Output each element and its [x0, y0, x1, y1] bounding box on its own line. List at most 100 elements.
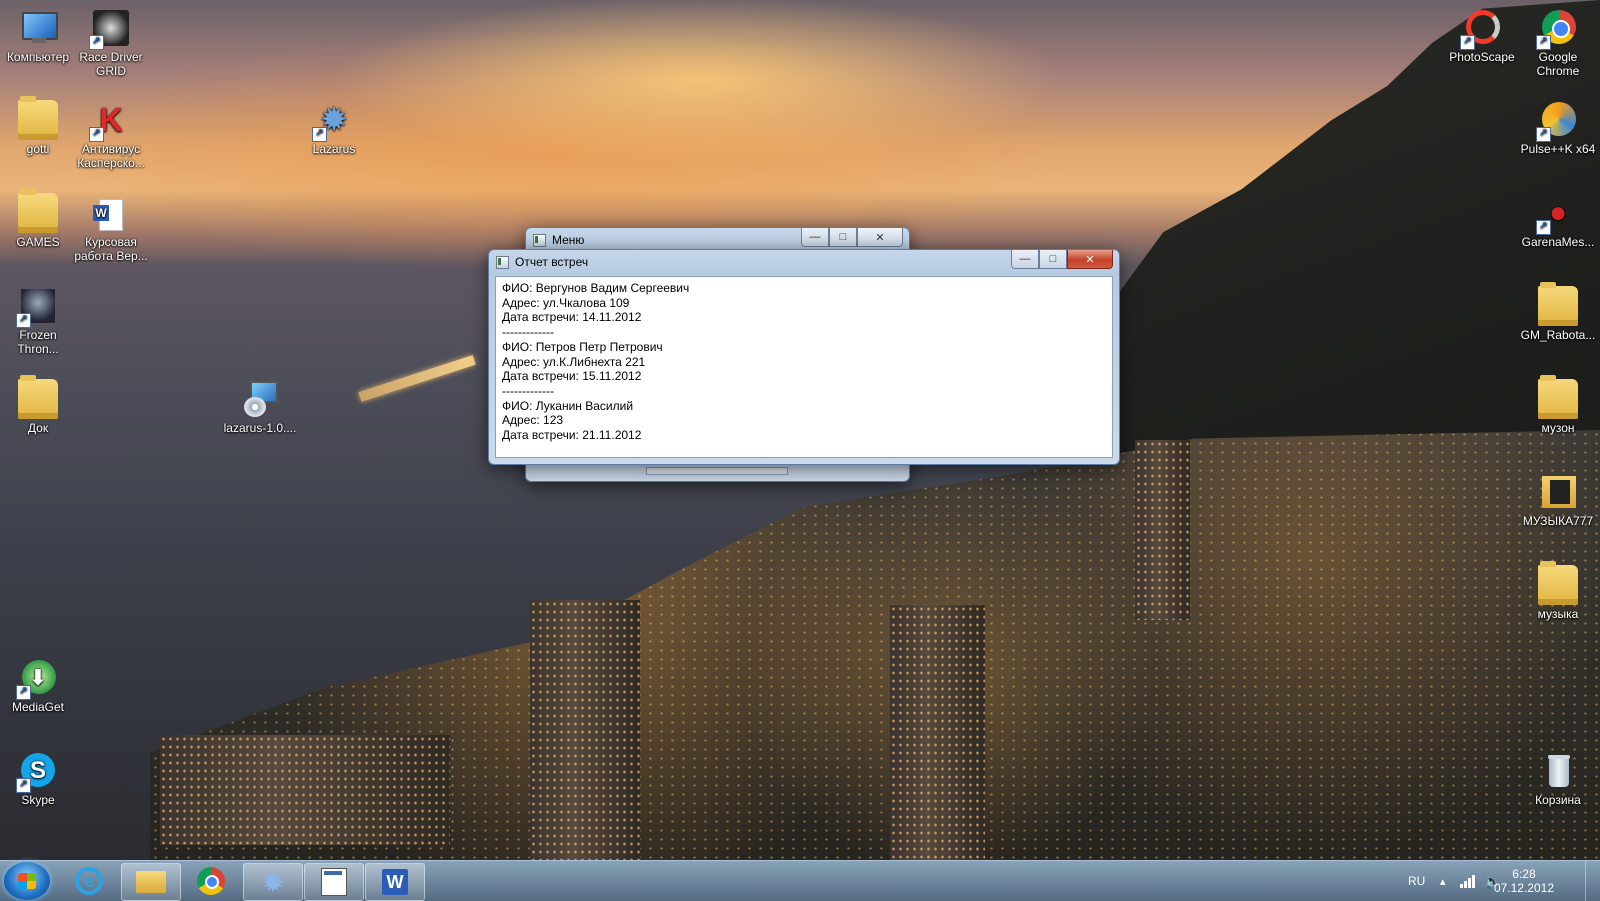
desktop-icon-label: Курсовая работа Вер... [74, 235, 148, 263]
report-memo[interactable]: ФИО: Вергунов Вадим Сергеевич Адрес: ул.… [495, 276, 1113, 458]
show-desktop-button[interactable] [1585, 861, 1600, 901]
clock[interactable]: 6:28 07.12.2012 [1494, 867, 1554, 895]
desktop-icon-muzyka[interactable]: музыка [1520, 561, 1596, 621]
clock-time: 6:28 [1512, 867, 1536, 881]
report-line: Адрес: ул.К.Либнехта 221 [502, 354, 646, 369]
desktop-icon-label: GarenaMes... [1521, 235, 1595, 249]
app-icon [533, 234, 546, 247]
lazarus-gear-icon: ✹ ↗ [312, 100, 354, 142]
desktop-icon-label: Антивирус Касперско... [77, 142, 145, 170]
desktop-icon-chrome[interactable]: ↗ Google Chrome [1520, 8, 1596, 78]
taskbar-chrome[interactable] [182, 863, 240, 899]
desktop-icon-games[interactable]: GAMES [0, 189, 76, 249]
kaspersky-icon: K ↗ [89, 100, 131, 142]
report-line: Адрес: ул.Чкалова 109 [502, 295, 630, 310]
close-button[interactable]: ✕ [857, 228, 903, 247]
desktop-icon-label: Lazarus [312, 142, 356, 156]
taskbar-word[interactable]: W [365, 863, 425, 901]
desktop-icon-label: PhotoScape [1449, 50, 1515, 64]
desktop-icon-recycle-bin[interactable]: Корзина [1520, 751, 1596, 807]
photoscape-icon: ↗ [1460, 8, 1502, 50]
desktop-icon-muzon[interactable]: музон [1520, 375, 1596, 435]
taskbar-lazarus[interactable]: ✹ [243, 863, 303, 901]
skype-icon: S ↗ [16, 751, 58, 793]
minimize-button[interactable]: — [801, 228, 829, 247]
report-separator: ------------- [502, 383, 554, 398]
desktop-icon-dok[interactable]: Док [0, 375, 76, 435]
desktop-icon-race-driver[interactable]: ↗ Race Driver GRID [73, 8, 149, 78]
desktop-icon-photoscape[interactable]: ↗ PhotoScape [1444, 8, 1520, 64]
desktop-icon-coursework[interactable]: W Курсовая работа Вер... [73, 193, 149, 263]
folder-icon [1538, 282, 1578, 326]
computer-icon [18, 8, 58, 48]
desktop-icon-label: GM_Rabota... [1520, 328, 1596, 342]
desktop-icon-label: Компьютер [6, 50, 70, 64]
clock-date: 07.12.2012 [1493, 881, 1554, 895]
desktop: Компьютер ↗ Race Driver GRID gotti K ↗ А… [0, 0, 1600, 860]
close-button[interactable]: ✕ [1067, 250, 1113, 269]
report-separator: ------------- [502, 325, 554, 340]
wallpaper-tower [160, 735, 450, 845]
desktop-icon-gotti[interactable]: gotti [0, 96, 76, 156]
desktop-icon-label: музон [1541, 421, 1575, 435]
explorer-icon [136, 871, 166, 893]
minimize-button[interactable]: — [1011, 250, 1039, 269]
show-hidden-icons-button[interactable]: ▴ [1440, 861, 1446, 901]
desktop-icon-gm-rabota[interactable]: GM_Rabota... [1520, 282, 1596, 342]
lazarus-icon: ✹ [261, 866, 285, 898]
desktop-icon-pulse[interactable]: ↗ Pulse++K x64 [1520, 100, 1596, 156]
menu-window-hidden-button[interactable] [646, 467, 788, 475]
folder-icon [1538, 561, 1578, 605]
maximize-button[interactable]: □ [829, 228, 857, 247]
form-app-icon [321, 868, 347, 896]
mediaget-icon: ⬇ ↗ [16, 658, 58, 700]
report-line: Дата встречи: 14.11.2012 [502, 310, 642, 325]
desktop-icon-garena[interactable]: ● ↗ GarenaMes... [1520, 193, 1596, 250]
recycle-bin-icon [1538, 751, 1578, 791]
desktop-icon-computer[interactable]: Компьютер [0, 8, 76, 64]
report-line: ФИО: Петров Петр Петрович [502, 339, 663, 354]
language-indicator[interactable]: RU [1408, 861, 1425, 901]
chrome-icon: ↗ [1536, 8, 1578, 50]
menu-window-title: Меню [552, 233, 585, 247]
report-line: ФИО: Вергунов Вадим Сергеевич [502, 281, 690, 295]
wallpaper-tower [1135, 440, 1190, 620]
desktop-icon-lazarus-installer[interactable]: lazarus-1.0.... [222, 379, 298, 435]
desktop-icon-label: МУЗЫКА777 [1522, 514, 1594, 528]
desktop-icon-muzyka777[interactable]: МУЗЫКА777 [1520, 472, 1596, 528]
report-line: Дата встречи: 21.11.2012 [502, 428, 642, 443]
network-icon[interactable] [1460, 861, 1475, 901]
taskbar-form-app[interactable] [304, 863, 364, 901]
word-icon: W [382, 869, 408, 895]
garena-icon: ● ↗ [1536, 193, 1578, 235]
desktop-icon-frozen-throne[interactable]: ↗ Frozen Thron... [0, 286, 76, 356]
report-line: Дата встречи: 15.11.2012 [502, 369, 642, 384]
desktop-icon-label: Корзина [1535, 793, 1581, 807]
desktop-icon-label: Google Chrome [1536, 50, 1580, 78]
start-orb-icon[interactable] [4, 862, 50, 900]
chrome-icon [197, 867, 225, 895]
desktop-icon-label: MediaGet [11, 700, 65, 714]
desktop-icon-label: Док [27, 421, 49, 435]
taskbar-ie[interactable]: e [60, 863, 118, 899]
folder-icon [18, 189, 58, 233]
report-window-titlebar[interactable]: Отчет встреч — □ ✕ [489, 250, 1119, 274]
folder-icon [18, 375, 58, 419]
desktop-icon-lazarus[interactable]: ✹ ↗ Lazarus [296, 100, 372, 156]
desktop-icon-kaspersky[interactable]: K ↗ Антивирус Касперско... [73, 100, 149, 170]
desktop-icon-label: GAMES [16, 235, 60, 249]
report-window[interactable]: Отчет встреч — □ ✕ ФИО: Вергунов Вадим С… [488, 249, 1120, 465]
desktop-icon-mediaget[interactable]: ⬇ ↗ MediaGet [0, 658, 76, 714]
menu-window-controls: — □ ✕ [801, 228, 903, 247]
wallpaper-tower [530, 600, 640, 860]
pulse-icon: ↗ [1536, 100, 1578, 142]
desktop-icon-label: Frozen Thron... [17, 328, 59, 356]
maximize-button[interactable]: □ [1039, 250, 1067, 269]
taskbar-explorer[interactable] [121, 863, 181, 901]
desktop-icon-label: музыка [1537, 607, 1579, 621]
report-line: Адрес: 123 [502, 413, 564, 428]
report-line: ФИО: Луканин Василий [502, 398, 634, 413]
race-driver-icon: ↗ [89, 8, 131, 50]
desktop-icon-skype[interactable]: S ↗ Skype [0, 751, 76, 807]
installer-icon [240, 379, 280, 419]
